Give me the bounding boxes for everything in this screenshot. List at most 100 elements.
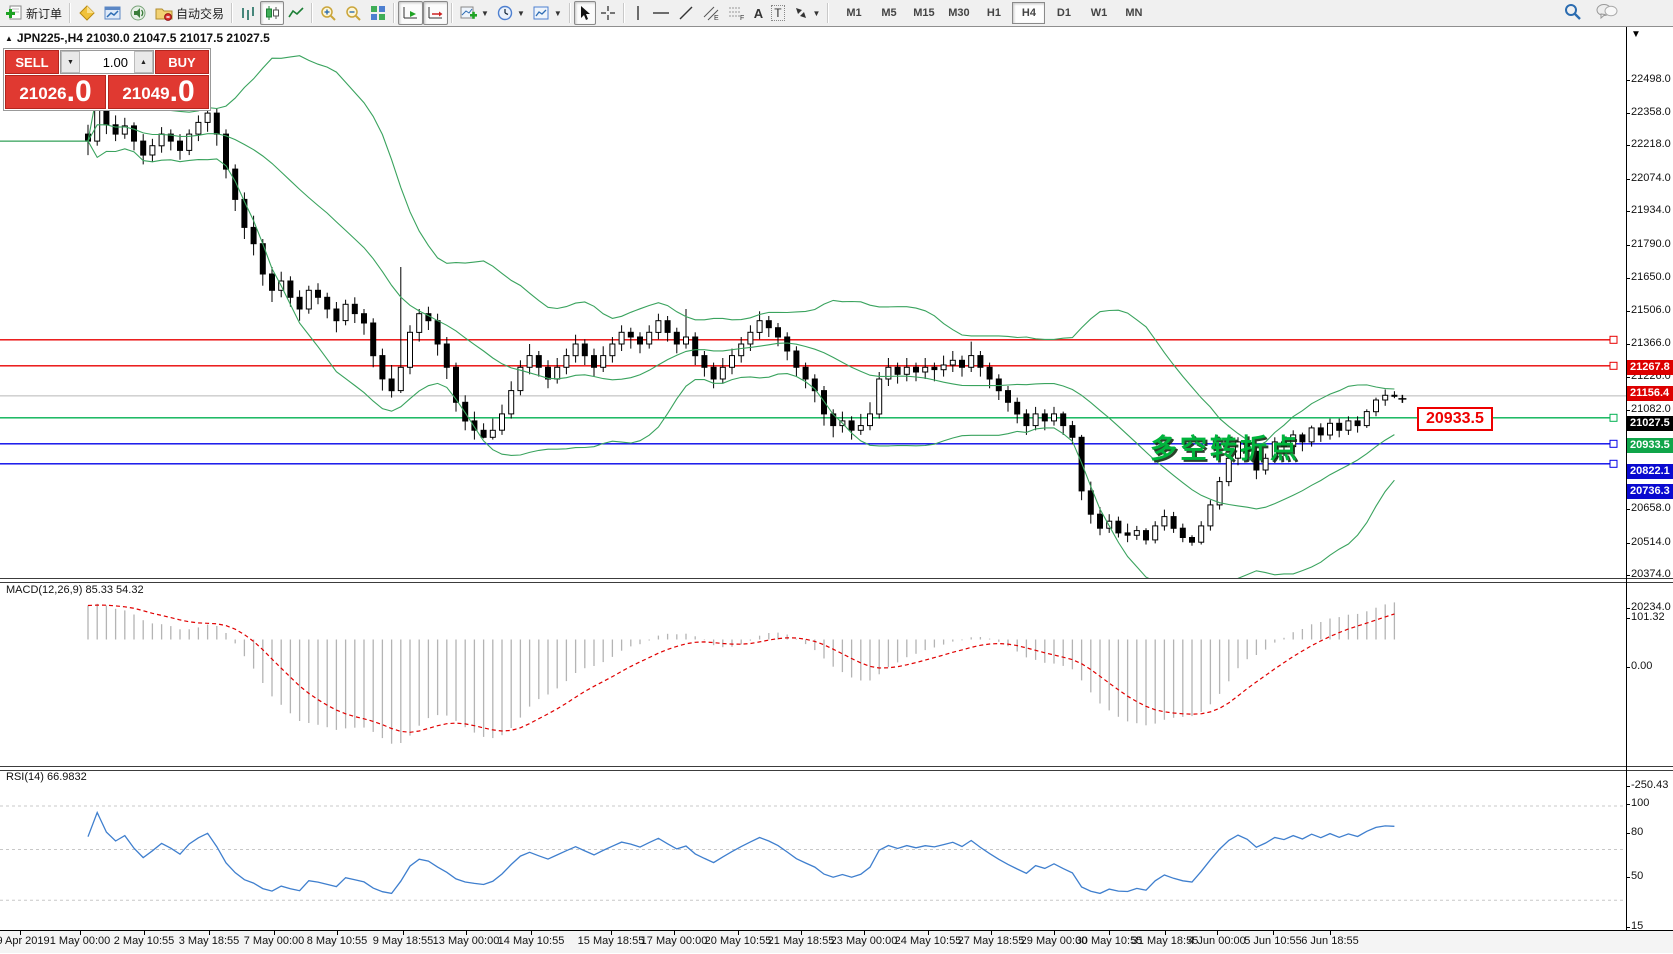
timeframe-button-m1[interactable]: M1 (837, 2, 870, 24)
timeframe-button-mn[interactable]: MN (1117, 2, 1150, 24)
level-line-handle[interactable] (1609, 459, 1618, 468)
level-line-handle[interactable] (1609, 335, 1618, 344)
new-order-button[interactable]: 新订单 (2, 1, 66, 25)
candle-body (1143, 530, 1149, 541)
text-tool-button[interactable]: A (750, 1, 767, 25)
level-line-handle[interactable] (1609, 361, 1618, 370)
axis-tick (1626, 343, 1630, 345)
candle-body (397, 366, 404, 392)
zoom-out-icon (345, 5, 362, 21)
volume-decrease-button[interactable]: ▼ (61, 51, 80, 73)
chart-window-button[interactable] (100, 1, 126, 25)
horizontal-line-tool-button[interactable] (648, 1, 674, 25)
candle-body (1087, 490, 1094, 515)
chart-shift-icon (427, 5, 444, 21)
toolbar-separator (393, 3, 396, 23)
buy-button[interactable]: BUY (155, 50, 209, 74)
level-price-badge: 20933.5 (1627, 437, 1673, 453)
candle-body (1023, 413, 1030, 427)
market-watch-button[interactable] (74, 1, 100, 25)
price-tick-label: 21082.0 (1631, 403, 1671, 416)
axis-tick (1626, 277, 1630, 279)
candle-body (535, 355, 542, 368)
sell-price-tile[interactable]: 21026 .0 (5, 75, 106, 109)
buy-price-main: 21049 (122, 84, 170, 103)
bar-chart-mode-button[interactable] (236, 1, 260, 25)
timeframe-button-m30[interactable]: M30 (942, 2, 975, 24)
level-line-handle[interactable] (1609, 439, 1618, 448)
volume-increase-button[interactable]: ▲ (134, 51, 153, 73)
timeframe-button-h4[interactable]: H4 (1012, 2, 1046, 24)
macd-pane-canvas[interactable] (0, 581, 1626, 766)
candle-body (1373, 399, 1379, 413)
chat-icon[interactable] (1596, 3, 1618, 23)
level-line-handle[interactable] (1609, 413, 1618, 422)
candle-body (1032, 413, 1039, 427)
auto-scroll-icon (402, 5, 419, 21)
indicators-button[interactable]: ▼ (456, 1, 493, 25)
price-tick-label: 20514.0 (1631, 535, 1671, 548)
auto-scroll-button[interactable] (398, 1, 424, 25)
axis-tick (1626, 575, 1630, 577)
candle-body (1391, 394, 1398, 397)
market-watch-icon (78, 5, 96, 21)
search-icon[interactable] (1564, 3, 1582, 23)
templates-button[interactable]: ▼ (529, 1, 566, 25)
candle-body (1327, 422, 1333, 436)
timeframe-button-d1[interactable]: D1 (1047, 2, 1080, 24)
vertical-line-tool-button[interactable] (628, 1, 648, 25)
equidistant-channel-tool-button[interactable]: E (698, 1, 724, 25)
candle-body (572, 343, 579, 357)
candle-body (1014, 401, 1021, 415)
timeframe-button-h1[interactable]: H1 (977, 2, 1010, 24)
sell-button[interactable]: SELL (5, 50, 59, 74)
candle-body (131, 125, 137, 142)
chart-shift-button[interactable] (423, 1, 449, 25)
candle-body (729, 355, 735, 368)
turning-point-annotation[interactable]: 多空转折点 (1150, 427, 1300, 466)
candle-body (683, 336, 689, 345)
trendline-tool-button[interactable] (674, 1, 698, 25)
price-tag-label[interactable]: 20933.5 (1417, 407, 1493, 431)
axis-tick (1626, 245, 1630, 247)
scale-context-icon[interactable]: ▼ (1631, 29, 1641, 40)
timeframe-button-m5[interactable]: M5 (872, 2, 905, 24)
macd-scale-label: 0.00 (1631, 659, 1653, 672)
main-toolbar: 新订单 自动交易 ▼ ▼ ▼ E F A T ▼ M1 M5 M15 M30 H… (0, 0, 1673, 27)
candle-body (673, 331, 680, 345)
tile-windows-button[interactable] (366, 1, 390, 25)
volume-input[interactable]: 1.00 (80, 51, 134, 73)
candle-body (1216, 481, 1223, 506)
auto-trading-button[interactable]: 自动交易 (151, 1, 228, 25)
candle-body (1152, 525, 1159, 541)
rsi-pane-canvas[interactable] (0, 769, 1626, 929)
buy-price-tile[interactable]: 21049 .0 (108, 75, 209, 109)
text-label-tool-button[interactable]: T (767, 1, 788, 25)
price-chart-canvas[interactable] (0, 28, 1626, 580)
candle-body (1005, 390, 1011, 403)
candle-body (986, 366, 993, 380)
candle-body (296, 296, 303, 310)
zoom-in-button[interactable] (316, 1, 341, 25)
periods-button[interactable]: ▼ (493, 1, 529, 25)
candle-body (480, 429, 487, 438)
macd-scale-label: -250.43 (1631, 779, 1669, 792)
axis-tick (1626, 927, 1630, 929)
candle-body (1308, 427, 1315, 443)
time-axis-label: 20 May 10:55 (704, 935, 772, 947)
arrows-tool-button[interactable]: ▼ (789, 1, 825, 25)
time-axis[interactable]: 29 Apr 20191 May 00:002 May 10:553 May 1… (0, 930, 1673, 953)
fibonacci-tool-button[interactable]: F (724, 1, 750, 25)
timeframe-button-m15[interactable]: M15 (907, 2, 940, 24)
candlestick-mode-button[interactable] (260, 1, 285, 25)
cursor-tool-button[interactable] (573, 1, 596, 25)
crosshair-tool-button[interactable] (596, 1, 620, 25)
candle-body (618, 331, 625, 345)
triangle-down-icon: ▼ (67, 58, 74, 66)
toolbar-separator (568, 3, 571, 23)
line-chart-mode-button[interactable] (284, 1, 308, 25)
timeframe-button-w1[interactable]: W1 (1082, 2, 1115, 24)
zoom-out-button[interactable] (341, 1, 366, 25)
sound-alert-button[interactable] (126, 1, 151, 25)
text-label-icon: T (771, 5, 785, 21)
